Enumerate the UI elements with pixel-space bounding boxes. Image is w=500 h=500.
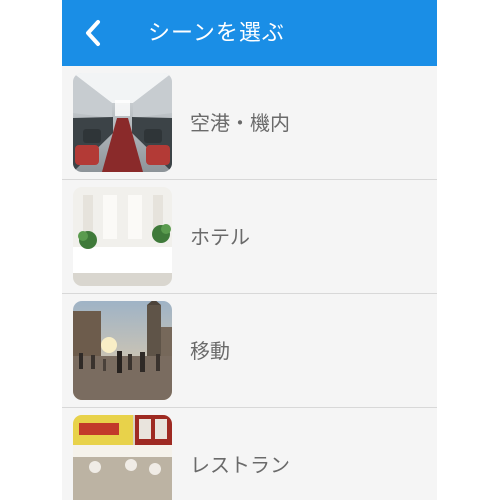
- scene-select-screen: シーンを選ぶ 空港・機内 ホテル 移動 レストラン: [62, 0, 437, 500]
- list-item-label: 移動: [190, 339, 230, 363]
- chevron-left-icon: [86, 20, 100, 46]
- hotel-lobby-photo: [73, 187, 172, 286]
- airplane-cabin-photo: [73, 73, 172, 172]
- list-item-label: レストラン: [190, 453, 290, 477]
- list-item-label: 空港・機内: [190, 111, 290, 135]
- city-street-photo: [73, 301, 172, 400]
- back-button[interactable]: [76, 14, 112, 52]
- app-header: シーンを選ぶ: [62, 0, 437, 66]
- list-item-transport[interactable]: 移動: [62, 294, 437, 408]
- list-item-restaurant[interactable]: レストラン: [62, 408, 437, 500]
- list-item-hotel[interactable]: ホテル: [62, 180, 437, 294]
- page-title: シーンを選ぶ: [148, 21, 285, 46]
- scene-list: 空港・機内 ホテル 移動 レストラン: [62, 66, 437, 500]
- list-item-airport[interactable]: 空港・機内: [62, 66, 437, 180]
- restaurant-photo: [73, 415, 172, 500]
- list-item-label: ホテル: [190, 225, 250, 249]
